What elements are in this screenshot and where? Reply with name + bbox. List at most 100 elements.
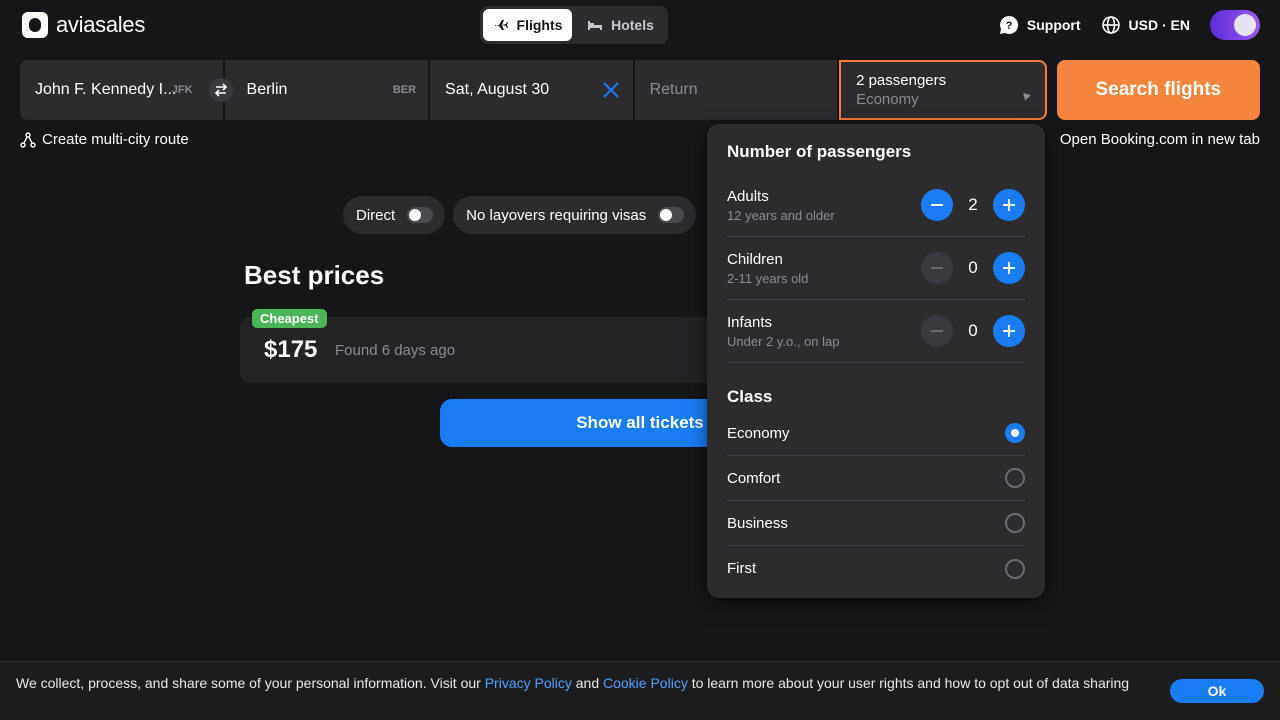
direct-toggle[interactable] — [407, 207, 434, 223]
origin-value: John F. Kennedy I... — [35, 81, 177, 98]
destination-code: BER — [392, 84, 417, 96]
logo-icon — [22, 12, 48, 38]
passengers-title: Number of passengers — [727, 142, 912, 161]
cookie-policy-link[interactable]: Cookie Policy — [603, 675, 688, 691]
class-label: First — [727, 560, 757, 577]
globe-icon — [1101, 16, 1120, 34]
swap-route-button[interactable] — [209, 78, 233, 102]
help-chat-icon: ? — [999, 15, 1019, 34]
children-count: 0 — [968, 258, 978, 277]
children-plus-button[interactable] — [993, 252, 1025, 284]
tab-hotels-label: Hotels — [611, 17, 654, 33]
adults-name: Adults — [727, 187, 769, 205]
cheapest-badge: Cheapest — [252, 309, 327, 328]
header-actions: ? Support USD · EN — [999, 10, 1260, 40]
tab-flights[interactable]: Flights — [483, 9, 572, 41]
minus-icon — [931, 330, 943, 332]
infants-sub: Under 2 y.o., on lap — [727, 333, 840, 349]
no-visa-filter[interactable]: No layovers requiring visas — [453, 196, 697, 234]
class-option-business[interactable]: Business — [727, 501, 1025, 546]
plane-icon — [494, 20, 508, 30]
direct-filter-label: Direct — [356, 206, 396, 224]
class-option-comfort[interactable]: Comfort — [727, 456, 1025, 501]
mode-switch: Flights Hotels — [480, 6, 668, 44]
no-visa-filter-label: No layovers requiring visas — [466, 206, 647, 224]
return-date-placeholder: Return — [649, 81, 698, 98]
children-minus-button[interactable] — [921, 252, 953, 284]
currency-language-button[interactable]: USD · EN — [1101, 15, 1190, 35]
cookie-text-after: to learn more about your user rights and… — [687, 675, 1130, 691]
radio[interactable] — [1005, 558, 1025, 579]
infants-plus-button[interactable] — [993, 315, 1025, 347]
clear-date-icon[interactable] — [601, 80, 621, 100]
logo[interactable]: aviasales — [22, 12, 145, 38]
multicity-link[interactable]: Create multi-city route — [20, 131, 189, 148]
radio[interactable] — [1005, 513, 1025, 533]
class-list: Economy Comfort Business First — [727, 411, 1025, 591]
swap-icon — [214, 83, 228, 97]
cookie-text-before: We collect, process, and share some of y… — [16, 675, 485, 691]
support-button[interactable]: ? Support — [999, 15, 1081, 35]
cookie-text-and: and — [571, 675, 603, 691]
currency-language-label: USD · EN — [1128, 17, 1190, 33]
infants-minus-button[interactable] — [921, 315, 953, 347]
route-icon — [20, 131, 36, 148]
adults-minus-button[interactable] — [921, 189, 953, 221]
children-label: Children 2-11 years old — [727, 251, 808, 286]
bed-icon — [588, 21, 603, 30]
best-prices-heading: Best prices — [244, 260, 385, 290]
theme-toggle[interactable] — [1210, 10, 1260, 40]
logo-text: aviasales — [56, 12, 146, 37]
origin-field[interactable]: John F. Kennedy I... JFK — [20, 60, 223, 120]
passengers-count: 2 passengers — [856, 72, 947, 89]
adults-plus-button[interactable] — [993, 189, 1025, 221]
passenger-row-children: Children 2-11 years old 0 — [727, 237, 1025, 300]
passenger-row-adults: Adults 12 years and older 2 — [727, 174, 1025, 237]
passengers-field[interactable]: 2 passengers Economy — [839, 60, 1047, 120]
cookie-text: We collect, process, and share some of y… — [16, 675, 1136, 692]
tab-flights-label: Flights — [516, 17, 563, 33]
plus-icon — [1003, 199, 1015, 211]
passengers-class: Economy — [856, 91, 919, 108]
adults-label: Adults 12 years and older — [727, 188, 835, 223]
minus-icon — [931, 267, 943, 269]
class-label: Business — [727, 514, 788, 532]
radio-selected[interactable] — [1005, 423, 1025, 443]
price-value: $175 — [264, 336, 318, 363]
class-label: Economy — [727, 424, 790, 442]
destination-value: Berlin — [246, 81, 288, 98]
passengers-dropdown: Number of passengers Adults 12 years and… — [707, 124, 1045, 598]
adults-sub: 12 years and older — [727, 207, 835, 223]
class-title: Class — [727, 387, 773, 406]
children-stepper: 0 — [921, 252, 1025, 284]
depart-date-field[interactable]: Sat, August 30 — [430, 60, 633, 120]
direct-filter[interactable]: Direct — [343, 196, 446, 234]
search-form: John F. Kennedy I... JFK Berlin BER Sat,… — [20, 60, 1261, 120]
filters: Direct No layovers requiring visas — [343, 196, 697, 234]
cookie-banner: We collect, process, and share some of y… — [0, 661, 1280, 720]
infants-label: Infants Under 2 y.o., on lap — [727, 314, 840, 349]
no-visa-toggle[interactable] — [658, 207, 685, 223]
adults-stepper: 2 — [921, 189, 1025, 221]
depart-date-value: Sat, August 30 — [445, 81, 550, 98]
caret-icon — [1022, 91, 1032, 101]
tab-hotels[interactable]: Hotels — [576, 9, 665, 41]
svg-text:?: ? — [1006, 20, 1013, 32]
plus-icon — [1003, 262, 1015, 274]
search-flights-button[interactable]: Search flights — [1056, 60, 1261, 120]
cookie-ok-button[interactable]: Ok — [1170, 679, 1264, 703]
class-option-economy[interactable]: Economy — [727, 411, 1025, 456]
class-label: Comfort — [727, 469, 781, 487]
adults-count: 2 — [968, 195, 978, 214]
minus-icon — [931, 204, 943, 206]
destination-field[interactable]: Berlin BER — [224, 60, 429, 120]
origin-code: JFK — [171, 84, 193, 96]
booking-link[interactable]: Open Booking.com in new tab — [1060, 131, 1260, 148]
plus-icon — [1003, 325, 1015, 337]
return-date-field[interactable]: Return — [634, 60, 838, 120]
radio[interactable] — [1005, 468, 1025, 488]
children-name: Children — [727, 250, 783, 268]
class-option-first[interactable]: First — [727, 546, 1025, 591]
privacy-policy-link[interactable]: Privacy Policy — [485, 675, 572, 691]
infants-stepper: 0 — [921, 315, 1025, 347]
